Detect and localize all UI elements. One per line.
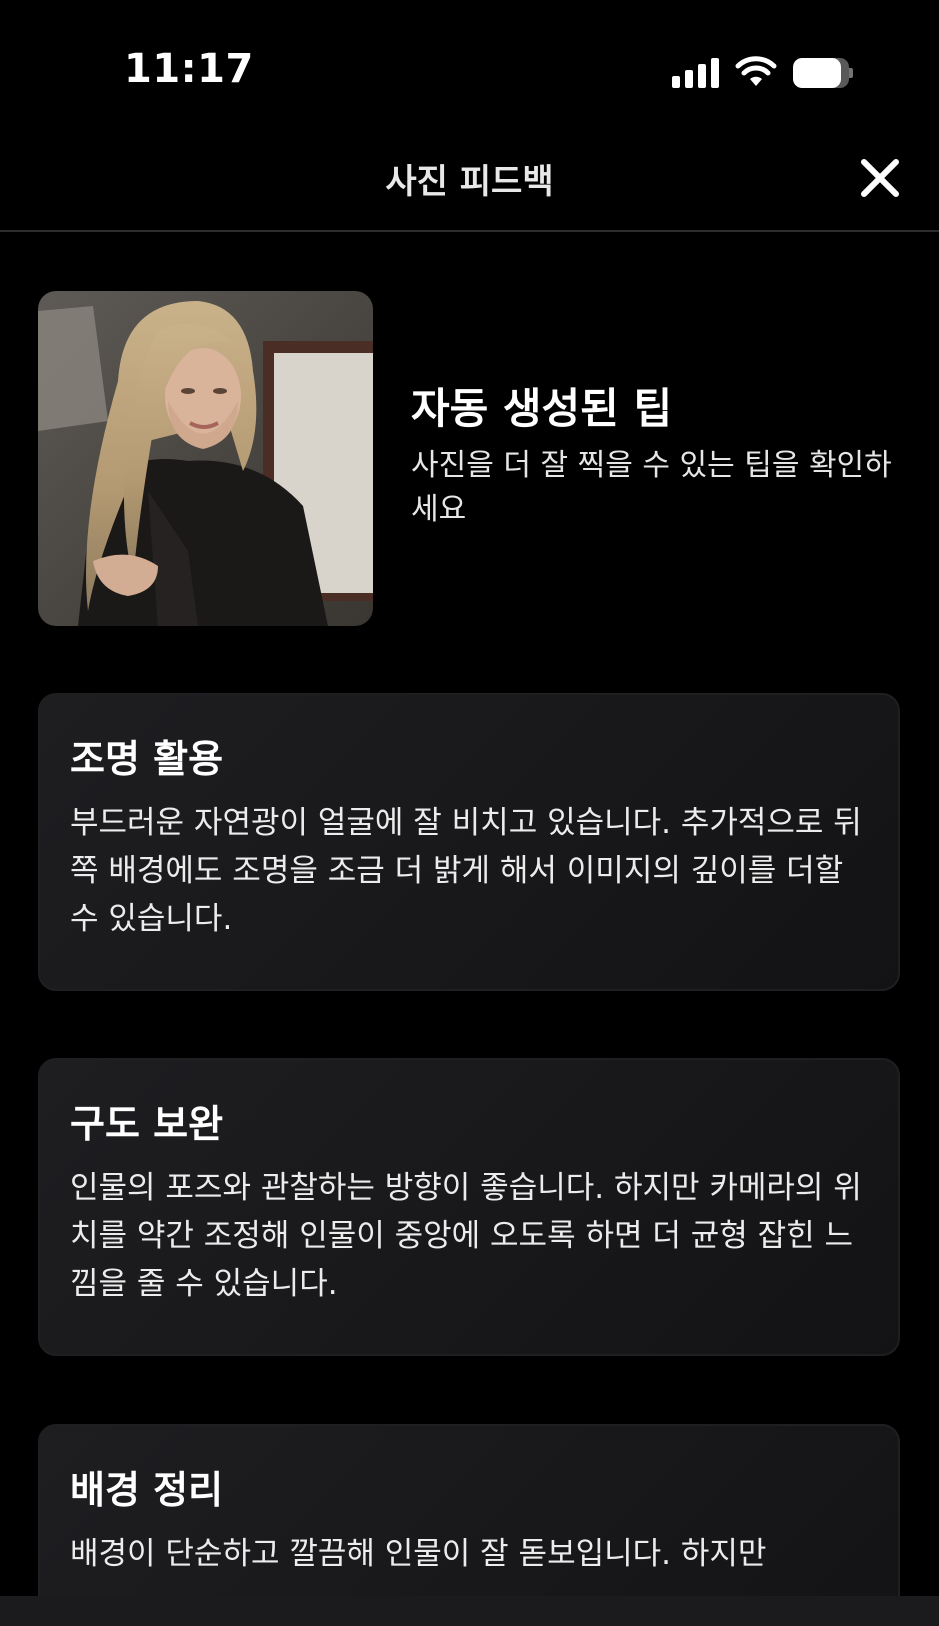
summary-subtitle: 사진을 더 잘 찍을 수 있는 팁을 확인하세요 bbox=[411, 448, 892, 527]
summary-title: 자동 생성된 팁 bbox=[411, 384, 673, 433]
wifi-icon bbox=[735, 56, 777, 86]
close-icon bbox=[861, 159, 899, 197]
tip-body: 인물의 포즈와 관찰하는 방향이 좋습니다. 하지만 카메라의 위치를 약간 조… bbox=[70, 1170, 862, 1302]
cellular-signal-icon bbox=[672, 58, 719, 88]
tip-body: 배경이 단순하고 깔끔해 인물이 잘 돋보입니다. 하지만 bbox=[70, 1536, 767, 1572]
tip-card: 조명 활용 부드러운 자연광이 얼굴에 잘 비치고 있습니다. 추가적으로 뒤쪽… bbox=[38, 693, 900, 991]
tip-title: 구도 보완 bbox=[70, 1102, 224, 1146]
tip-title: 조명 활용 bbox=[70, 737, 224, 781]
status-time: 11:17 bbox=[124, 46, 254, 92]
summary: 자동 생성된 팁 사진을 더 잘 찍을 수 있는 팁을 확인하세요 bbox=[411, 382, 911, 532]
tip-title: 배경 정리 bbox=[70, 1468, 224, 1512]
bottom-bar bbox=[0, 1596, 939, 1626]
page-title: 사진 피드백 bbox=[385, 162, 554, 202]
tip-card: 구도 보완 인물의 포즈와 관찰하는 방향이 좋습니다. 하지만 카메라의 위치… bbox=[38, 1058, 900, 1356]
close-button[interactable] bbox=[858, 156, 902, 200]
nav-header: 사진 피드백 bbox=[0, 130, 939, 232]
photo-feedback-screen: 11:17 사진 피드백 자동 생성된 팁 사진을 더 잘 찍을 수 있는 팁을… bbox=[0, 0, 939, 1626]
status-icons bbox=[672, 52, 853, 88]
battery-icon bbox=[793, 58, 853, 88]
status-bar: 11:17 bbox=[0, 0, 939, 120]
user-photo bbox=[38, 291, 373, 626]
portrait-image bbox=[38, 291, 373, 626]
tip-body: 부드러운 자연광이 얼굴에 잘 비치고 있습니다. 추가적으로 뒤쪽 배경에도 … bbox=[70, 805, 862, 937]
